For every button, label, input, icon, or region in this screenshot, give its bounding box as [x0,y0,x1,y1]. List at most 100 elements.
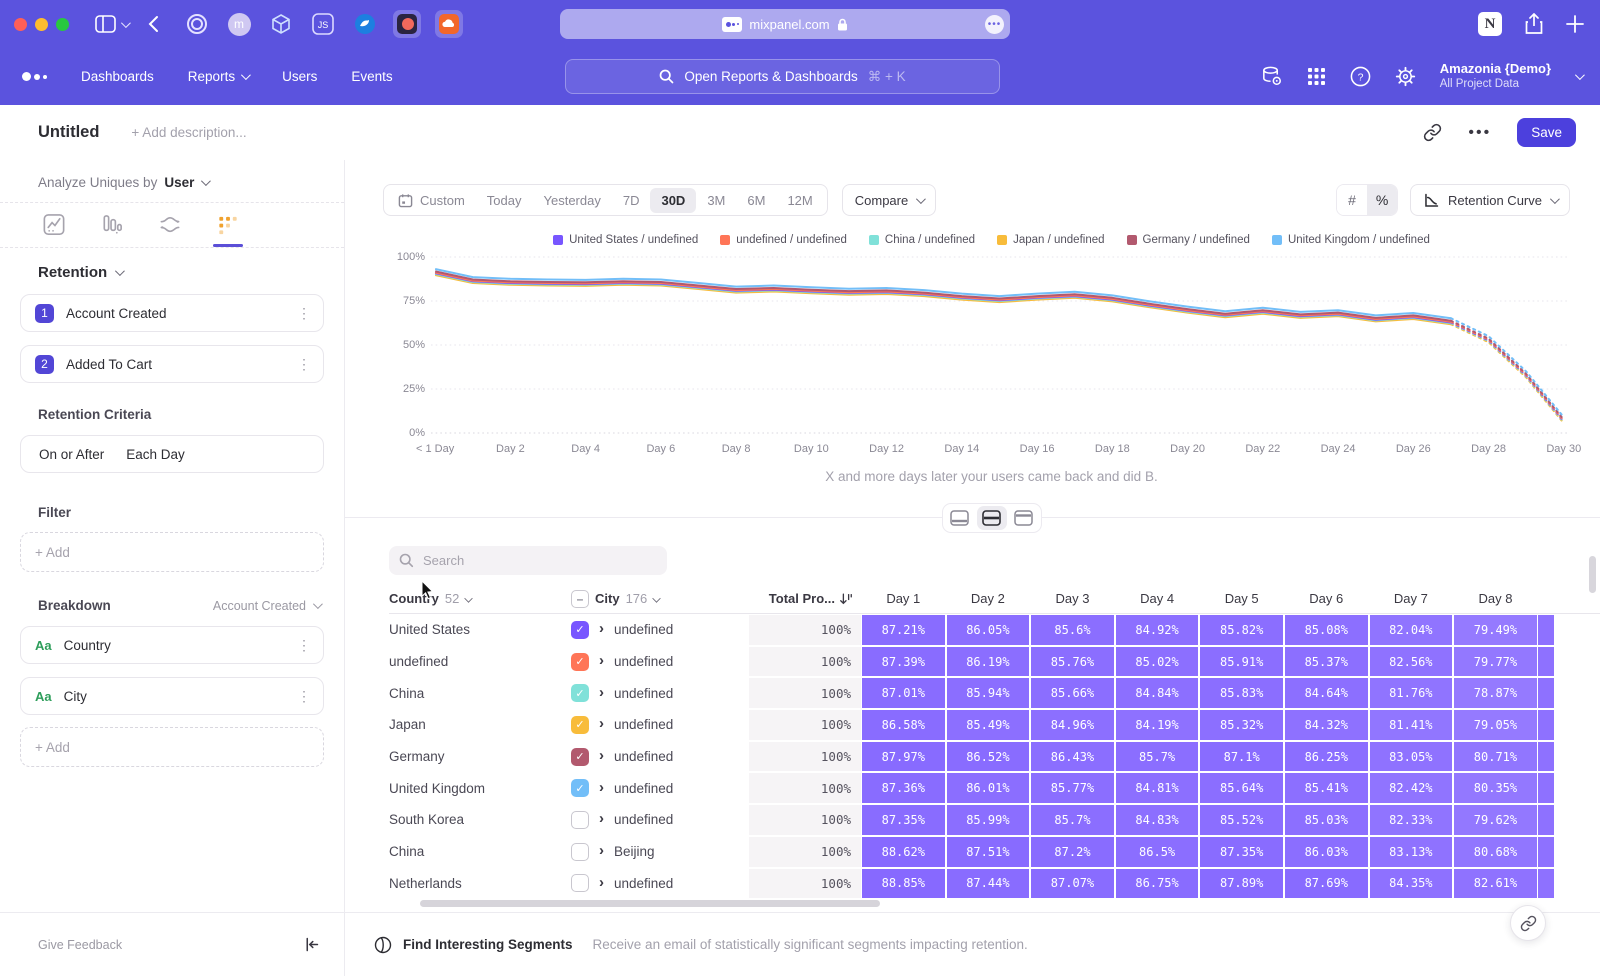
retention-cell[interactable]: 79.49% [1454,615,1537,645]
row-checkbox[interactable] [571,843,589,861]
criteria-on-or-after[interactable]: On or After [39,447,104,462]
traffic-zoom-button[interactable] [56,18,69,31]
step-event-name[interactable]: Added To Cart [66,357,152,372]
kebab-menu-icon[interactable]: ⋮ [297,305,311,322]
retention-cell[interactable]: 84.32% [1285,710,1368,740]
retention-cell[interactable]: 82.42% [1370,773,1453,803]
retention-cell[interactable]: 79.05% [1454,710,1537,740]
table-row[interactable]: Japan✓›undefined100%86.58%85.49%84.96%84… [389,709,1600,741]
table-row[interactable]: Germany✓›undefined100%87.97%86.52%86.43%… [389,741,1600,773]
collapse-sidebar-icon[interactable] [303,936,320,953]
table-row[interactable]: United States✓›undefined100%87.21%86.05%… [389,614,1600,646]
breakdown-event-selector[interactable]: Account Created [213,599,320,613]
kebab-menu-icon[interactable]: ⋮ [297,688,311,705]
day-column-header[interactable]: Day 1 [861,591,946,606]
retention-cell[interactable]: 80.71% [1454,742,1537,772]
expand-row-icon[interactable]: › [599,843,604,858]
table-row[interactable]: undefined✓›undefined100%87.39%86.19%85.7… [389,646,1600,678]
retention-cell[interactable]: 86.58% [862,710,945,740]
day-column-header[interactable]: Day 5 [1199,591,1284,606]
retention-cell[interactable]: 81.41% [1370,710,1453,740]
row-checkbox[interactable] [571,811,589,829]
legend-item[interactable]: undefined / undefined [720,234,847,246]
notion-icon[interactable]: N [1478,12,1502,36]
breakdown-property-name[interactable]: Country [64,638,111,653]
table-row[interactable]: China✓›undefined100%87.01%85.94%85.66%84… [389,677,1600,709]
bird-extension-icon[interactable] [351,10,379,38]
retention-cell[interactable]: 85.94% [947,678,1030,708]
table-only-view-button[interactable] [1009,506,1039,530]
retention-cell[interactable]: 87.44% [947,869,1030,899]
retention-cell[interactable]: 85.41% [1285,773,1368,803]
global-search-input[interactable]: Open Reports & Dashboards ⌘ + K [565,59,1000,94]
retention-cell[interactable]: 87.01% [862,678,945,708]
tab-funnels[interactable] [96,213,128,247]
retention-cell[interactable]: 80.68% [1454,837,1537,867]
nav-item-dashboards[interactable]: Dashboards [81,69,154,84]
m-avatar-extension-icon[interactable]: m [225,10,253,38]
retention-cell[interactable]: 85.49% [947,710,1030,740]
nav-item-reports[interactable]: Reports [188,69,248,84]
retention-cell[interactable]: 85.6% [1031,615,1114,645]
chart-type-selector[interactable]: Retention Curve [1410,184,1570,216]
split-view-button[interactable] [977,506,1007,530]
range-button-12m[interactable]: 12M [776,188,823,213]
retention-cell[interactable]: 85.82% [1200,615,1283,645]
nav-item-events[interactable]: Events [351,69,392,84]
range-button-3m[interactable]: 3M [696,188,736,213]
kebab-menu-icon[interactable]: ⋮ [297,356,311,373]
retention-cell[interactable]: 86.25% [1285,742,1368,772]
retention-cell[interactable]: 87.21% [862,615,945,645]
add-breakdown-button[interactable]: + Add [20,727,324,767]
range-button-7d[interactable]: 7D [612,188,651,213]
retention-cell[interactable]: 80.35% [1454,773,1537,803]
day-column-header[interactable]: Day 3 [1030,591,1115,606]
range-button-30d[interactable]: 30D [650,188,696,213]
target-extension-icon[interactable] [183,10,211,38]
retention-cell[interactable]: 87.1% [1200,742,1283,772]
retention-cell[interactable]: 84.96% [1031,710,1114,740]
retention-cell[interactable]: 85.52% [1200,805,1283,835]
retention-cell[interactable]: 84.19% [1116,710,1199,740]
compare-button[interactable]: Compare [842,184,936,216]
horizontal-scrollbar[interactable] [420,900,880,907]
retention-cell[interactable]: 85.99% [947,805,1030,835]
tab-retention[interactable] [212,213,244,247]
retention-cell[interactable]: 88.85% [862,869,945,899]
tab-insights[interactable] [38,213,70,247]
step-event-name[interactable]: Account Created [66,306,167,321]
expand-row-icon[interactable]: › [599,716,604,731]
expand-row-icon[interactable]: › [599,780,604,795]
retention-cell[interactable]: 87.36% [862,773,945,803]
help-icon[interactable]: ? [1350,66,1371,87]
kebab-menu-icon[interactable]: ⋮ [297,637,311,654]
retention-section-header[interactable]: Retention [38,264,324,281]
retention-cell[interactable]: 87.2% [1031,837,1114,867]
range-button-today[interactable]: Today [476,188,533,213]
nav-item-users[interactable]: Users [282,69,317,84]
retention-cell[interactable]: 84.83% [1116,805,1199,835]
table-search[interactable] [389,546,667,575]
retention-cell[interactable]: 85.77% [1031,773,1114,803]
row-checkbox[interactable]: ✓ [571,716,589,734]
data-management-icon[interactable] [1260,65,1283,88]
copy-link-icon[interactable] [1423,123,1442,142]
retention-cell[interactable]: 86.5% [1116,837,1199,867]
retention-cell[interactable]: 85.7% [1031,805,1114,835]
retention-cell[interactable]: 81.76% [1370,678,1453,708]
retention-cell[interactable]: 86.05% [947,615,1030,645]
percent-toggle[interactable]: % [1367,185,1397,215]
legend-item[interactable]: China / undefined [869,234,975,246]
new-tab-icon[interactable] [1566,15,1584,33]
project-switcher[interactable]: Amazonia {Demo} All Project Data [1440,61,1551,92]
expand-row-icon[interactable]: › [599,653,604,668]
table-search-input[interactable] [423,553,623,568]
more-options-button[interactable]: ••• [1468,124,1491,142]
row-checkbox[interactable]: ✓ [571,779,589,797]
traffic-close-button[interactable] [14,18,27,31]
city-column-header[interactable]: – City 176 [571,590,749,608]
address-bar[interactable]: mixpanel.com ••• [560,9,1010,39]
retention-cell[interactable]: 85.08% [1285,615,1368,645]
report-description-placeholder[interactable]: + Add description... [131,125,246,140]
criteria-each-day[interactable]: Each Day [126,447,185,462]
